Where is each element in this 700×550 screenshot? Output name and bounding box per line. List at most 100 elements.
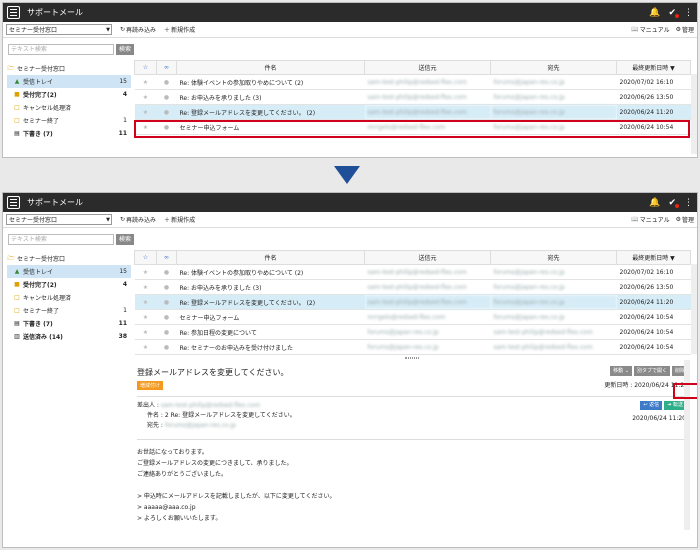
reload-button[interactable]: ↻ 再読み込み bbox=[120, 25, 156, 34]
table-row[interactable]: ★ ● Re: 登録メールアドレスを変更してください。 (2) sam-test-ph… bbox=[134, 104, 691, 120]
date-header[interactable]: 最終更新日時 ▼ bbox=[616, 60, 691, 75]
sidebar-item-cancel[interactable]: □ キャンセル処理済 bbox=[7, 101, 131, 114]
star-column-header[interactable]: ☆ bbox=[134, 250, 157, 265]
star-icon[interactable]: ★ bbox=[134, 89, 157, 105]
table-row[interactable]: ★ ● Re: 参加日程の変更について forums@japan-res.co.jp s… bbox=[134, 324, 691, 340]
draft-icon: ▤ bbox=[14, 320, 20, 327]
list-scrollbar[interactable] bbox=[691, 74, 697, 154]
reload-icon: ↻ bbox=[120, 26, 126, 33]
new-button[interactable]: ＋新規作成 bbox=[164, 215, 195, 224]
link-icon: ∞ bbox=[164, 254, 169, 261]
folder-icon: ■ bbox=[14, 281, 20, 288]
mail-title: 登録メールアドレスを変更してください。 bbox=[137, 368, 289, 377]
table-row[interactable]: ★ ● Re: 登録メールアドレスを変更してください。 (2) sam-test-ph… bbox=[134, 294, 691, 310]
gear-icon: ⚙ bbox=[675, 216, 681, 223]
dot-icon: ● bbox=[156, 294, 177, 310]
bell-icon[interactable]: 🔔 bbox=[649, 198, 660, 208]
reload-button[interactable]: ↻ 再読み込み bbox=[120, 215, 156, 224]
star-icon[interactable]: ★ bbox=[134, 294, 157, 310]
more-icon[interactable]: ⋮ bbox=[684, 198, 693, 208]
tag-badge[interactable]: 増減付け bbox=[137, 381, 164, 390]
search-button[interactable]: 検索 bbox=[116, 233, 135, 245]
subject-header[interactable]: 件名 bbox=[176, 250, 365, 265]
account-select[interactable]: セミナー受付窓口 ▼ bbox=[6, 24, 112, 35]
arrow-down-icon bbox=[334, 166, 360, 184]
account-select[interactable]: セミナー受付窓口 ▼ bbox=[6, 214, 112, 225]
mail-header: 差出人 : sam-test-philip@redsed-flex.com 件名… bbox=[137, 396, 688, 431]
star-icon[interactable]: ★ bbox=[134, 264, 157, 280]
app-header: サポートメール 🔔 ✔ ⋮ bbox=[3, 193, 697, 212]
reload-icon: ↻ bbox=[120, 216, 126, 223]
sidebar-item-drafts[interactable]: ▤ 下書き (7) 11 bbox=[7, 317, 131, 330]
sidebar-item-inbox[interactable]: ▲ 受信トレイ 15 bbox=[7, 75, 131, 88]
folder-icon: □ bbox=[14, 294, 20, 301]
check-icon[interactable]: ✔ bbox=[668, 8, 679, 18]
table-row[interactable]: ★ ● Re: お申込みを承りました (3) sam-test-philip@reds… bbox=[134, 279, 691, 295]
sidebar-item-finished[interactable]: □ セミナー終了 1 bbox=[7, 304, 131, 317]
reply-button[interactable]: ↩ 返信 bbox=[640, 401, 663, 410]
sidebar-root[interactable]: 🗁 セミナー受付窓口 bbox=[7, 62, 131, 75]
more-icon[interactable]: ⋮ bbox=[684, 8, 693, 18]
manual-link[interactable]: 📖 マニュアル bbox=[631, 25, 669, 34]
table-row[interactable]: ★ ● Re: セミナーのお申込みを受け付けました forums@japan-res.… bbox=[134, 339, 691, 355]
sidebar-item-done[interactable]: ■ 受付完了(2) 4 bbox=[7, 88, 131, 101]
menu-icon[interactable] bbox=[7, 6, 20, 19]
sidebar-root[interactable]: 🗁 セミナー受付窓口 bbox=[7, 252, 131, 265]
mail-body: お世話になっております。 ご登録メールアドレスの変更につきまして、承りました。 … bbox=[137, 439, 688, 524]
sidebar-item-done[interactable]: ■ 受付完了(2) 4 bbox=[7, 278, 131, 291]
from-header[interactable]: 送信元 bbox=[364, 250, 491, 265]
sidebar-item-finished[interactable]: □ セミナー終了 1 bbox=[7, 114, 131, 127]
star-column-header[interactable]: ☆ bbox=[134, 60, 157, 75]
toolbar: セミナー受付窓口 ▼ ↻ 再読み込み ＋新規作成 📖 マニュアル ⚙ 管理 bbox=[3, 22, 697, 38]
search-input[interactable]: テキスト検索 bbox=[8, 233, 114, 245]
date-header[interactable]: 最終更新日時 ▼ bbox=[616, 250, 691, 265]
to-header[interactable]: 宛先 bbox=[490, 60, 617, 75]
mail-date: 2020/06/24 11:20 bbox=[632, 415, 686, 422]
star-icon[interactable]: ★ bbox=[134, 309, 157, 325]
star-icon[interactable]: ★ bbox=[134, 324, 157, 340]
search-button[interactable]: 検索 bbox=[116, 43, 135, 55]
star-icon[interactable]: ★ bbox=[134, 104, 157, 120]
star-icon[interactable]: ★ bbox=[134, 279, 157, 295]
bell-icon[interactable]: 🔔 bbox=[649, 8, 660, 18]
star-icon[interactable]: ★ bbox=[134, 339, 157, 355]
table-row[interactable]: ★ ● Re: 体験イベントの参加取りやめについて (2) sam-test-phil… bbox=[134, 74, 691, 90]
from-header[interactable]: 送信元 bbox=[364, 60, 491, 75]
star-icon: ☆ bbox=[142, 64, 149, 71]
screenshot-before: サポートメール 🔔 ✔ ⋮ セミナー受付窓口 ▼ ↻ 再読み込み ＋新規作成 📖 マニ… bbox=[2, 2, 698, 158]
to-header[interactable]: 宛先 bbox=[490, 250, 617, 265]
forward-icon: ➜ bbox=[667, 402, 672, 408]
admin-link[interactable]: ⚙ 管理 bbox=[676, 25, 694, 34]
link-column-header[interactable]: ∞ bbox=[156, 60, 177, 75]
star-icon[interactable]: ★ bbox=[134, 74, 157, 90]
dot-icon: ● bbox=[156, 309, 177, 325]
move-button[interactable]: 移動 ⌄ bbox=[610, 366, 632, 376]
search-input[interactable]: テキスト検索 bbox=[8, 43, 114, 55]
chevron-down-icon: ▼ bbox=[106, 216, 110, 223]
dot-icon: ● bbox=[156, 279, 177, 295]
new-button[interactable]: ＋新規作成 bbox=[164, 25, 195, 34]
forward-button[interactable]: ➜ 転送 bbox=[664, 401, 686, 410]
book-icon: 📖 bbox=[631, 26, 639, 33]
sidebar-item-inbox[interactable]: ▲ 受信トレイ 15 bbox=[7, 265, 131, 278]
subject-header[interactable]: 件名 bbox=[176, 60, 365, 75]
table-row[interactable]: ★ ● Re: お申込みを承りました (3) sam-test-philip@reds… bbox=[134, 89, 691, 105]
inbox-icon: ▲ bbox=[14, 268, 20, 275]
sidebar-item-sent[interactable]: ▥ 送信済み (14) 38 bbox=[7, 330, 131, 343]
folder-icon: ■ bbox=[14, 91, 20, 98]
app-header: サポートメール 🔔 ✔ ⋮ bbox=[3, 3, 697, 22]
sidebar-item-cancel[interactable]: □ キャンセル処理済 bbox=[7, 291, 131, 304]
table-row[interactable]: ★ ● Re: 体験イベントの参加取りやめについて (2) sam-test-phil… bbox=[134, 264, 691, 280]
list-scrollbar[interactable] bbox=[691, 264, 697, 354]
sidebar-item-drafts[interactable]: ▤ 下書き (7) 11 bbox=[7, 127, 131, 140]
check-icon[interactable]: ✔ bbox=[668, 198, 679, 208]
admin-link[interactable]: ⚙ 管理 bbox=[676, 215, 694, 224]
link-column-header[interactable]: ∞ bbox=[156, 250, 177, 265]
mail-detail-pane: 登録メールアドレスを変更してください。 増減付け 移動 ⌄ 別タブで開く 削除 … bbox=[134, 360, 690, 530]
folder-sidebar: 🗁 セミナー受付窓口 ▲ 受信トレイ 15 ■ 受付完了(2) 4 □ キャンセル処理済 □… bbox=[3, 60, 131, 140]
table-row[interactable]: ★ ● セミナー申込フォーム mrrgelo@redsed-flex.com forum… bbox=[134, 309, 691, 325]
manual-link[interactable]: 📖 マニュアル bbox=[631, 215, 669, 224]
open-new-tab-button[interactable]: 別タブで開く bbox=[633, 366, 670, 376]
menu-icon[interactable] bbox=[7, 196, 20, 209]
dot-icon: ● bbox=[156, 339, 177, 355]
